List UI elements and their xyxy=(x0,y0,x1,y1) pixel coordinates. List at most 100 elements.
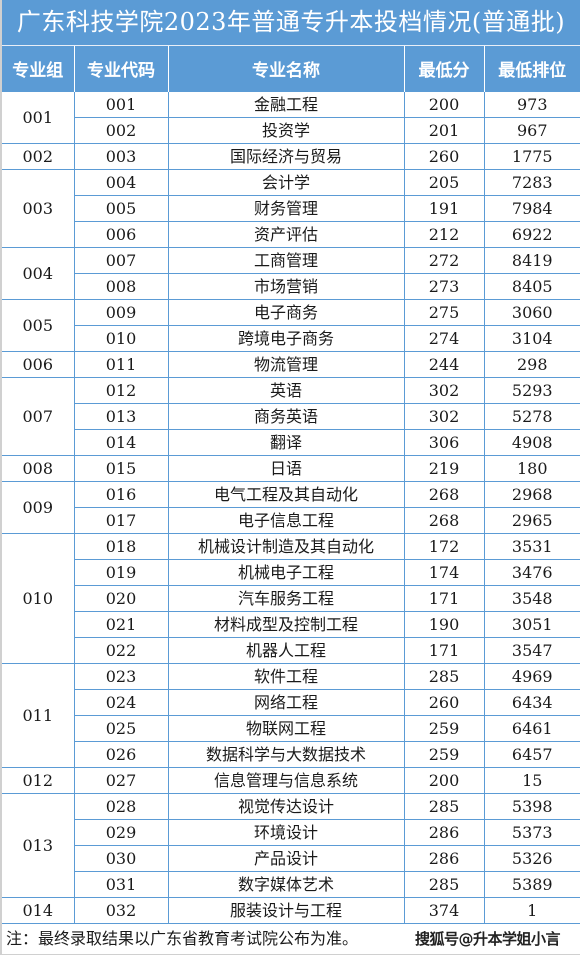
cell-name: 金融工程 xyxy=(167,91,405,118)
table-row: 009 016 电气工程及其自动化 268 2968 xyxy=(2,481,580,534)
cell-code: 003 xyxy=(73,143,169,170)
table-row: 013 028 视觉传达设计 285 5398 xyxy=(2,793,580,898)
cell-group: 006 xyxy=(2,351,75,378)
cell-min-rank: 6461 xyxy=(483,715,580,742)
cell-name: 资产评估 xyxy=(167,221,405,248)
table-row: 001 001 金融工程 200 973 xyxy=(2,91,580,144)
cell-min-score: 171 xyxy=(403,637,485,664)
table-row: 012 027 信息管理与信息系统 200 15 xyxy=(2,767,580,794)
cell-min-score: 259 xyxy=(403,715,485,742)
cell-min-score: 268 xyxy=(403,507,485,534)
header-code: 专业代码 xyxy=(74,46,169,92)
cell-min-rank: 1 xyxy=(483,897,580,924)
table-row: 008 015 日语 219 180 xyxy=(2,455,580,482)
cell-name: 软件工程 xyxy=(167,663,405,690)
cell-min-rank: 5389 xyxy=(483,871,580,898)
cell-code: 025 xyxy=(73,715,169,742)
cell-min-rank: 8419 xyxy=(483,247,580,274)
admission-table-sheet: 广东科技学院2023年普通专升本投档情况(普通批) 专业组 专业代码 专业名称 … xyxy=(0,0,580,955)
table-row: 031 数字媒体艺术 285 5389 xyxy=(2,871,580,898)
cell-group: 005 xyxy=(2,299,75,352)
cell-min-rank: 6922 xyxy=(483,221,580,248)
table-row: 005 009 电子商务 275 3060 xyxy=(2,299,580,352)
cell-min-score: 302 xyxy=(403,403,485,430)
cell-group: 003 xyxy=(2,169,75,248)
cell-min-rank: 5373 xyxy=(483,819,580,846)
cell-min-score: 285 xyxy=(403,793,485,820)
cell-name: 机器人工程 xyxy=(167,637,405,664)
table-row: 010 018 机械设计制造及其自动化 172 3531 xyxy=(2,533,580,664)
cell-min-score: 201 xyxy=(403,117,485,144)
cell-min-score: 259 xyxy=(403,741,485,768)
cell-min-score: 306 xyxy=(403,429,485,456)
cell-min-rank: 4908 xyxy=(483,429,580,456)
cell-code: 015 xyxy=(73,455,169,482)
cell-min-score: 274 xyxy=(403,325,485,352)
cell-code: 022 xyxy=(73,637,169,664)
table-row: 019 机械电子工程 174 3476 xyxy=(2,559,580,586)
table-row: 021 材料成型及控制工程 190 3051 xyxy=(2,611,580,638)
cell-name: 材料成型及控制工程 xyxy=(167,611,405,638)
cell-min-score: 200 xyxy=(403,767,485,794)
cell-min-rank: 7984 xyxy=(483,195,580,222)
header-min-rank: 最低排位 xyxy=(484,46,580,92)
cell-name: 电子信息工程 xyxy=(167,507,405,534)
cell-name: 数据科学与大数据技术 xyxy=(167,741,405,768)
table-row: 003 004 会计学 205 7283 xyxy=(2,169,580,248)
cell-code: 030 xyxy=(73,845,169,872)
cell-group: 007 xyxy=(2,377,75,456)
cell-min-score: 285 xyxy=(403,663,485,690)
cell-name: 汽车服务工程 xyxy=(167,585,405,612)
cell-min-score: 273 xyxy=(403,273,485,300)
cell-min-score: 302 xyxy=(403,377,485,404)
cell-name: 商务英语 xyxy=(167,403,405,430)
cell-min-score: 268 xyxy=(403,481,485,508)
cell-code: 017 xyxy=(73,507,169,534)
cell-min-score: 174 xyxy=(403,559,485,586)
cell-name: 市场营销 xyxy=(167,273,405,300)
cell-min-rank: 15 xyxy=(483,767,580,794)
cell-min-rank: 4969 xyxy=(483,663,580,690)
header-row: 专业组 专业代码 专业名称 最低分 最低排位 xyxy=(2,46,580,92)
cell-min-score: 219 xyxy=(403,455,485,482)
table-row: 030 产品设计 286 5326 xyxy=(2,845,580,872)
table-row: 007 012 英语 302 5293 xyxy=(2,377,580,456)
cell-min-score: 286 xyxy=(403,845,485,872)
table-row: 014 翻译 306 4908 xyxy=(2,429,580,456)
cell-min-score: 272 xyxy=(403,247,485,274)
cell-code: 016 xyxy=(73,481,169,508)
cell-min-rank: 180 xyxy=(483,455,580,482)
cell-code: 009 xyxy=(73,299,169,326)
table-row: 026 数据科学与大数据技术 259 6457 xyxy=(2,741,580,768)
cell-name: 投资学 xyxy=(167,117,405,144)
cell-code: 011 xyxy=(73,351,169,378)
table-row: 024 网络工程 260 6434 xyxy=(2,689,580,716)
cell-min-rank: 3051 xyxy=(483,611,580,638)
table-body: 001 001 金融工程 200 973 002 投资学 201 967 002 003 国际经济与贸… xyxy=(2,91,580,924)
cell-code: 001 xyxy=(73,91,169,118)
cell-name: 财务管理 xyxy=(167,195,405,222)
cell-group: 001 xyxy=(2,91,75,144)
cell-group: 011 xyxy=(2,663,75,768)
cell-min-rank: 1775 xyxy=(483,143,580,170)
cell-min-rank: 3548 xyxy=(483,585,580,612)
cell-min-score: 200 xyxy=(403,91,485,118)
cell-code: 012 xyxy=(73,377,169,404)
cell-group: 010 xyxy=(2,533,75,664)
cell-min-rank: 3476 xyxy=(483,559,580,586)
cell-min-score: 205 xyxy=(403,169,485,196)
cell-code: 008 xyxy=(73,273,169,300)
table-row: 004 007 工商管理 272 8419 xyxy=(2,247,580,300)
table-title: 广东科技学院2023年普通专升本投档情况(普通批) xyxy=(2,0,580,46)
cell-name: 翻译 xyxy=(167,429,405,456)
cell-min-score: 286 xyxy=(403,819,485,846)
cell-group: 014 xyxy=(2,897,75,924)
cell-code: 020 xyxy=(73,585,169,612)
cell-min-rank: 973 xyxy=(483,91,580,118)
cell-name: 英语 xyxy=(167,377,405,404)
cell-min-rank: 3104 xyxy=(483,325,580,352)
cell-name: 跨境电子商务 xyxy=(167,325,405,352)
cell-code: 006 xyxy=(73,221,169,248)
cell-min-score: 374 xyxy=(403,897,485,924)
cell-name: 产品设计 xyxy=(167,845,405,872)
